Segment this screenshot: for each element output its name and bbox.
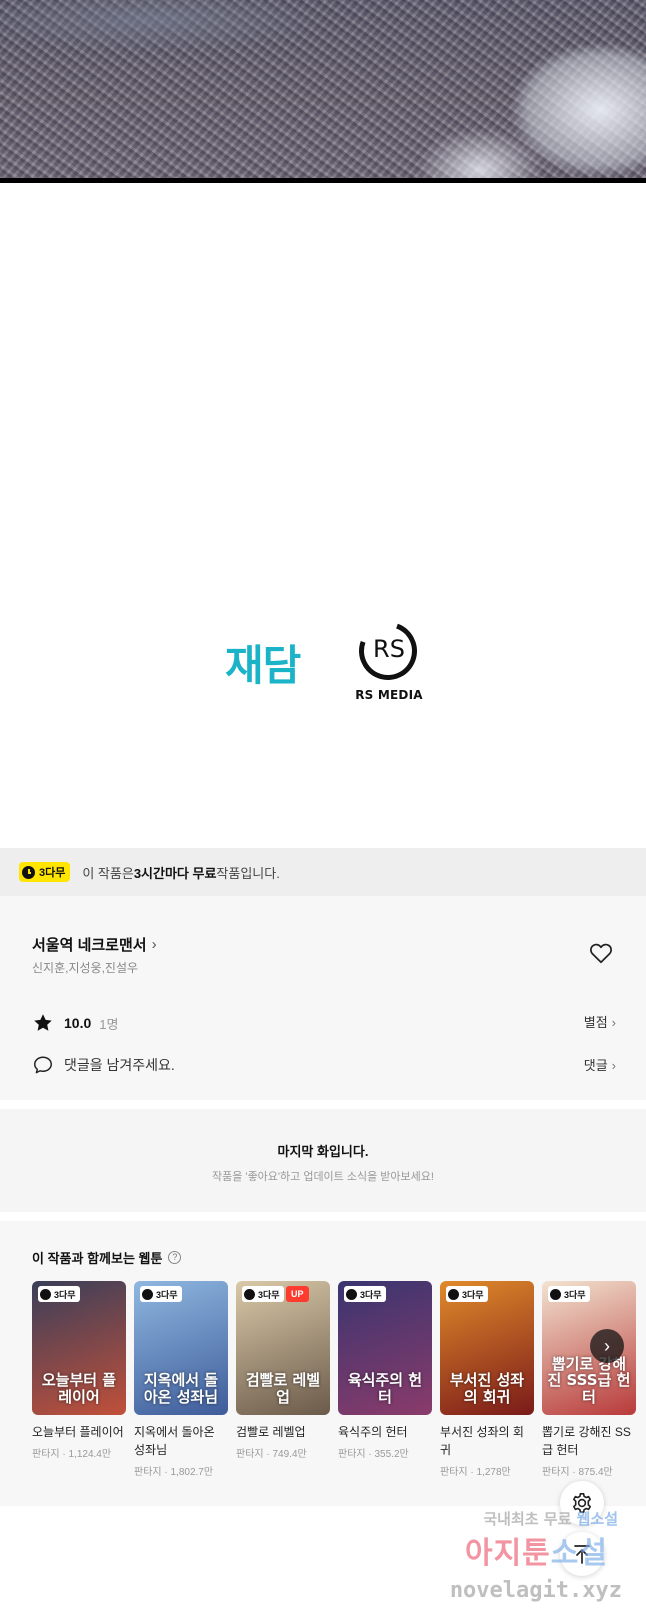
series-info-panel: 서울역 네크로맨서 › 신지훈,지성웅,진설우 10.0 1명 별점 › 댓글을 …: [0, 896, 646, 1100]
rec-card[interactable]: 3다무 UP 검빨로 레벨업 검빨로 레벨업 판타지 · 749.4만: [236, 1281, 330, 1460]
badge-label: 3다무: [462, 1289, 484, 1300]
star-icon: [34, 1014, 52, 1031]
badge-label: 3다무: [156, 1289, 178, 1300]
recommendations-section: 이 작품과 함께보는 웹툰 ? 3다무 오늘부터 플레이어 오늘부터 플레이어 …: [0, 1221, 646, 1506]
comment-prompt-row[interactable]: 댓글을 남겨주세요.: [32, 1054, 175, 1076]
jaedam-logo: 재담: [225, 641, 301, 690]
rate-link[interactable]: 별점 ›: [584, 1012, 616, 1031]
publisher-logos: 재담 RS RS MEDIA: [0, 612, 646, 710]
recommendations-heading: 이 작품과 함께보는 웹툰 ?: [32, 1248, 182, 1267]
clock-icon: [550, 1288, 561, 1300]
badge-label: 3다무: [258, 1289, 280, 1300]
rec-cover-text: 오늘부터 플레이어: [41, 1371, 117, 1406]
rating-count: 1명: [99, 1016, 119, 1032]
rec-cover-text: 육식주의 헌터: [347, 1371, 423, 1406]
3dam-badge: 3다무: [242, 1286, 284, 1302]
rec-meta: 판타지 · 1,278만: [440, 1467, 511, 1478]
rating-score: 10.0: [64, 1015, 92, 1031]
rec-meta: 판타지 · 749.4만: [236, 1449, 307, 1460]
series-title: 서울역 네크로맨서: [32, 937, 147, 954]
rec-title: 지옥에서 돌아온 성좌님: [134, 1425, 215, 1457]
arrow-up-icon: [574, 1545, 590, 1564]
rec-card[interactable]: 3다무 육식주의 헌터 육식주의 헌터 판타지 · 355.2만: [338, 1281, 432, 1460]
rs-logo-letters: RS: [373, 635, 405, 663]
rec-meta: 판타지 · 1,124.4만: [32, 1449, 112, 1460]
3dam-badge: 3다무: [446, 1286, 488, 1302]
series-title-link[interactable]: 서울역 네크로맨서 ›: [32, 934, 157, 955]
rec-thumbnail: 3다무 부서진 성좌의 회귀: [440, 1281, 534, 1415]
rec-card[interactable]: 3다무 부서진 성좌의 회귀 부서진 성좌의 회귀 판타지 · 1,278만: [440, 1281, 534, 1478]
3dam-badge: 3다무: [38, 1286, 80, 1302]
rec-thumbnail: 3다무 육식주의 헌터: [338, 1281, 432, 1415]
carousel-next-button[interactable]: ›: [590, 1329, 624, 1363]
watermark-line-3: novelagit.xyz: [449, 1578, 622, 1603]
gear-icon: [573, 1493, 591, 1513]
scroll-to-top-button[interactable]: [560, 1532, 604, 1576]
rec-thumbnail: 3다무 오늘부터 플레이어: [32, 1281, 126, 1415]
rec-title: 육식주의 헌터: [338, 1425, 408, 1439]
chevron-right-icon: ›: [611, 1058, 616, 1073]
rate-link-label: 별점: [583, 1015, 608, 1030]
rec-cover-text: 부서진 성좌의 회귀: [449, 1371, 525, 1406]
rs-media-logo: RS RS MEDIA: [349, 612, 427, 708]
comment-prompt: 댓글을 남겨주세요.: [64, 1057, 175, 1073]
rec-cover-text: 지옥에서 돌아온 성좌님: [143, 1371, 219, 1406]
3dam-badge: 3다무: [548, 1286, 590, 1302]
rec-meta: 판타지 · 875.4만: [542, 1467, 613, 1478]
rec-title: 오늘부터 플레이어: [32, 1425, 124, 1439]
rec-card[interactable]: 3다무 지옥에서 돌아온 성좌님 지옥에서 돌아온 성좌님 판타지 · 1,80…: [134, 1281, 228, 1478]
comment-link-label: 댓글: [583, 1058, 608, 1073]
rec-thumbnail: 3다무 지옥에서 돌아온 성좌님: [134, 1281, 228, 1415]
badge-label: 3다무: [564, 1289, 586, 1300]
clock-icon: [142, 1288, 153, 1300]
last-episode-title: 마지막 화입니다.: [277, 1144, 369, 1159]
last-episode-subtitle: 작품을 '좋아요'하고 업데이트 소식을 받아보세요!: [212, 1171, 434, 1183]
notice-text-after: 작품입니다.: [216, 865, 280, 881]
clock-icon: [448, 1288, 459, 1300]
rating-row: 10.0 1명: [32, 1012, 118, 1034]
rec-title: 부서진 성좌의 회귀: [440, 1425, 524, 1457]
rs-logo-caption: RS MEDIA: [355, 688, 423, 702]
3dam-badge: 3다무: [344, 1286, 386, 1302]
rec-card[interactable]: 3다무 뽑기로 강해진 SSS급 헌터 뽑기로 강해진 SS급 헌터 판타지 ·…: [542, 1281, 636, 1478]
3dam-badge: 3다무: [19, 862, 71, 882]
last-episode-section: 마지막 화입니다. 작품을 '좋아요'하고 업데이트 소식을 받아보세요!: [0, 1109, 646, 1212]
rec-title: 검빨로 레벨업: [236, 1425, 306, 1439]
comic-last-panel-image: [0, 0, 646, 183]
rec-meta: 판타지 · 1,802.7만: [134, 1467, 214, 1478]
series-authors: 신지훈,지성웅,진설우: [32, 961, 139, 975]
badge-label: 3다무: [54, 1289, 76, 1300]
clock-icon: [346, 1288, 357, 1300]
comment-link[interactable]: 댓글 ›: [584, 1055, 616, 1074]
heart-icon[interactable]: [588, 940, 614, 966]
clock-icon: [22, 865, 35, 879]
rec-meta: 판타지 · 355.2만: [338, 1449, 409, 1460]
badge-label: 3다무: [360, 1289, 382, 1300]
rec-cover-text: 검빨로 레벨업: [245, 1371, 321, 1406]
help-icon[interactable]: ?: [168, 1251, 182, 1264]
recommendations-heading-text: 이 작품과 함께보는 웹툰: [32, 1251, 163, 1266]
up-badge: UP: [286, 1286, 309, 1302]
chevron-right-icon: ›: [611, 1015, 616, 1030]
rec-title: 뽑기로 강해진 SS급 헌터: [542, 1425, 631, 1457]
rec-card[interactable]: 3다무 오늘부터 플레이어 오늘부터 플레이어 판타지 · 1,124.4만: [32, 1281, 126, 1460]
3dam-badge: 3다무: [140, 1286, 182, 1302]
viewer-settings-button[interactable]: [560, 1481, 604, 1525]
chevron-right-icon: ›: [151, 936, 157, 953]
rec-thumbnail: 3다무 UP 검빨로 레벨업: [236, 1281, 330, 1415]
clock-icon: [40, 1288, 51, 1300]
chevron-right-icon: ›: [604, 1335, 610, 1356]
notice-text-bold: 3시간마다 무료: [133, 865, 217, 881]
notice-text-before: 이 작품은: [82, 865, 134, 881]
comment-bubble-icon: [34, 1056, 52, 1074]
watermark-line-2a: 아지툰: [464, 1536, 551, 1571]
rec-cover-text: 뽑기로 강해진 SSS급 헌터: [547, 1354, 631, 1406]
free-every-3h-notice: 3다무 이 작품은 3시간마다 무료 작품입니다.: [0, 848, 646, 896]
site-watermark: 국내최초 무료 웹소설 아지툰소설 novelagit.xyz: [440, 1500, 646, 1610]
badge-label: 3다무: [39, 867, 66, 879]
clock-icon: [244, 1288, 255, 1300]
